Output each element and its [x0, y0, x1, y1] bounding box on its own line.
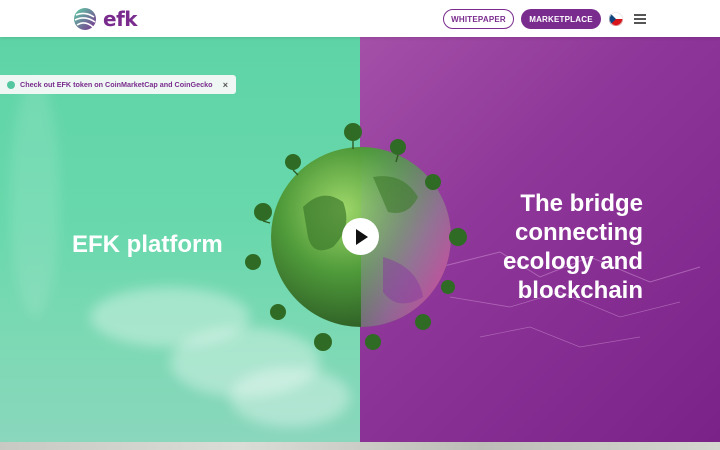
notice-banner[interactable]: Check out EFK token on CoinMarketCap and… — [0, 75, 236, 94]
logo-text: efk — [103, 7, 138, 31]
notice-text[interactable]: Check out EFK token on CoinMarketCap and… — [20, 80, 213, 89]
czech-flag-icon[interactable] — [609, 12, 623, 26]
marketplace-button[interactable]: MARKETPLACE — [521, 9, 601, 29]
whitepaper-button[interactable]: WHITEPAPER — [443, 9, 514, 29]
close-icon[interactable]: × — [223, 80, 228, 90]
hamburger-menu-icon[interactable] — [634, 14, 646, 24]
site-header: efk WHITEPAPER MARKETPLACE — [0, 0, 720, 37]
play-button[interactable] — [342, 218, 379, 255]
hero-left-title: EFK platform — [72, 231, 223, 258]
notice-dot-icon — [7, 80, 15, 89]
next-section-edge — [0, 442, 720, 450]
play-icon — [355, 228, 368, 245]
logo-mark-icon — [74, 8, 96, 30]
hero-section: Check out EFK token on CoinMarketCap and… — [0, 37, 720, 442]
logo[interactable]: efk — [72, 7, 138, 31]
